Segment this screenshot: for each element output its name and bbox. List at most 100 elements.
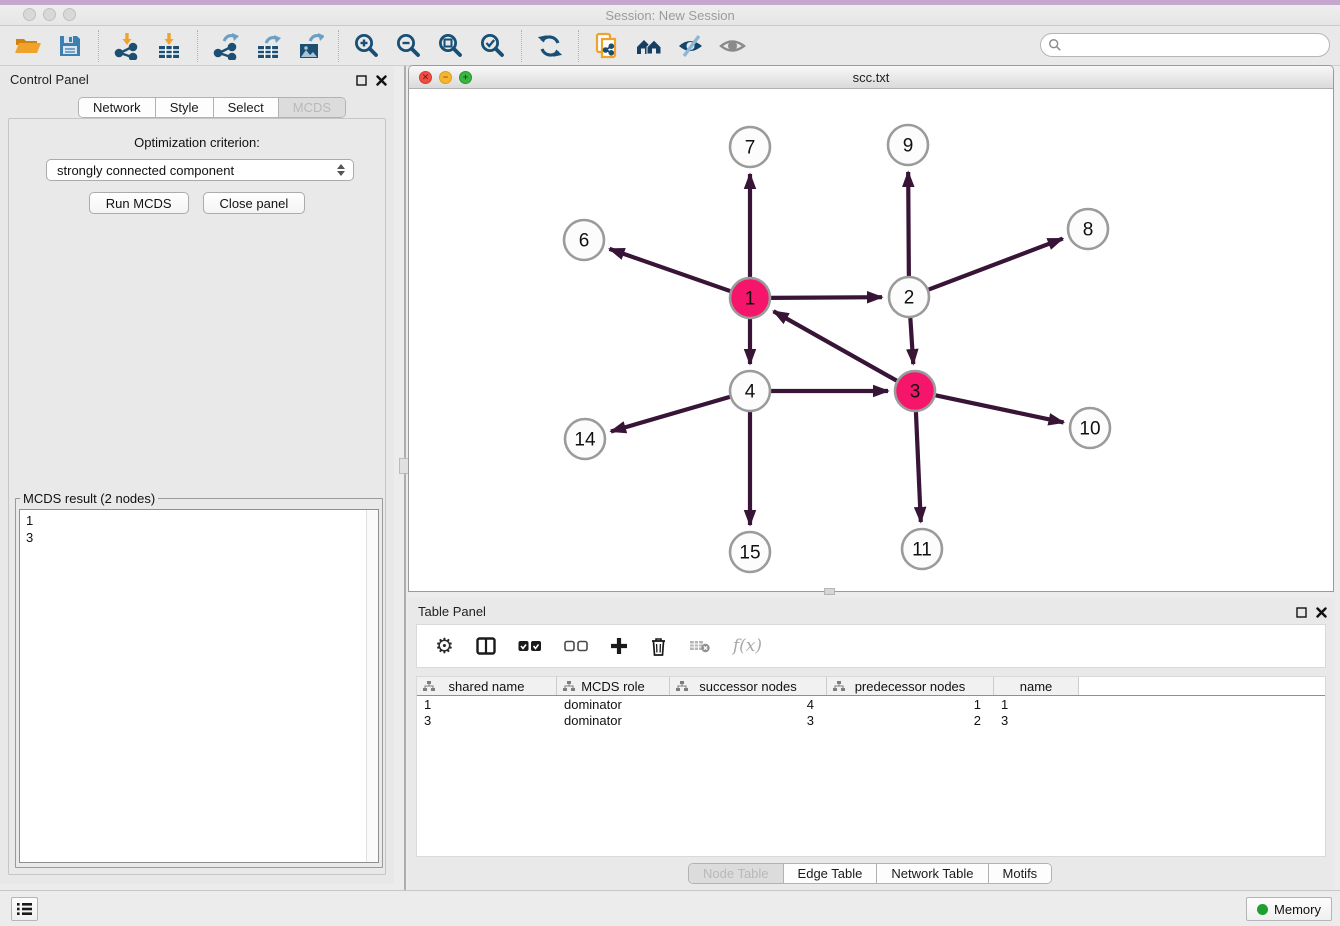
close-panel-icon[interactable]: [374, 73, 388, 87]
graph-node-3[interactable]: 3: [895, 371, 935, 411]
titlebar: Session: New Session: [0, 0, 1340, 26]
float-panel-icon[interactable]: [354, 73, 368, 87]
tab-node-table[interactable]: Node Table: [689, 864, 784, 883]
float-table-panel-icon[interactable]: [1294, 605, 1308, 619]
home-icon[interactable]: [634, 31, 664, 61]
import-table-icon[interactable]: [154, 31, 184, 61]
zoom-selected-icon[interactable]: [478, 31, 508, 61]
search-field[interactable]: [1040, 33, 1330, 57]
export-image-icon[interactable]: [295, 31, 325, 61]
column-header-predecessor-nodes[interactable]: predecessor nodes: [827, 677, 994, 695]
dropdown-value: strongly connected component: [47, 163, 333, 178]
tab-edge-table[interactable]: Edge Table: [784, 864, 878, 883]
column-header-MCDS-role[interactable]: MCDS role: [557, 677, 670, 695]
graph-edge-3-11[interactable]: [916, 412, 921, 522]
graph-edge-2-8[interactable]: [929, 239, 1063, 290]
zoom-in-icon[interactable]: [352, 31, 382, 61]
network-canvas[interactable]: 7 9 6 8 1 2 4 3 14 10 15 11: [409, 89, 1333, 591]
table-cell[interactable]: 2: [827, 712, 994, 728]
graph-edge-3-1[interactable]: [774, 311, 897, 380]
delete-table-icon[interactable]: [689, 631, 711, 661]
export-network-icon[interactable]: [211, 31, 241, 61]
mcds-result-area[interactable]: 1 3: [19, 509, 379, 863]
graph-edge-2-3[interactable]: [910, 318, 913, 364]
table-options-icon[interactable]: ⚙: [435, 631, 454, 661]
show-all-icon[interactable]: [718, 31, 748, 61]
add-column-icon[interactable]: [610, 631, 628, 661]
column-header-shared-name[interactable]: shared name: [417, 677, 557, 695]
table-cell[interactable]: dominator: [557, 712, 670, 728]
table-cell[interactable]: 1: [827, 696, 994, 712]
graph-edge-1-2[interactable]: [771, 297, 882, 298]
task-history-button[interactable]: [11, 897, 38, 921]
mcds-result-text: 1 3: [20, 510, 366, 862]
table-panel-header: Table Panel: [408, 598, 1334, 624]
tab-mcds[interactable]: MCDS: [279, 98, 345, 117]
graph-node-4[interactable]: 4: [730, 371, 770, 411]
graph-node-label: 7: [745, 138, 756, 159]
sort-tree-icon: [563, 681, 575, 692]
run-mcds-button[interactable]: Run MCDS: [89, 192, 189, 214]
graph-node-6[interactable]: 6: [564, 220, 604, 260]
search-input[interactable]: [1062, 36, 1329, 54]
table-cell[interactable]: 3: [670, 712, 827, 728]
column-label: successor nodes: [699, 679, 797, 694]
graph-node-10[interactable]: 10: [1070, 408, 1110, 448]
table-cell[interactable]: 4: [670, 696, 827, 712]
graph-edge-3-10[interactable]: [936, 395, 1064, 422]
graph-node-8[interactable]: 8: [1068, 209, 1108, 249]
column-header-name[interactable]: name: [994, 677, 1079, 695]
tab-motifs[interactable]: Motifs: [989, 864, 1052, 883]
graph-edge-1-6[interactable]: [609, 249, 730, 291]
import-network-icon[interactable]: [112, 31, 142, 61]
close-panel-button[interactable]: Close panel: [203, 192, 306, 214]
panel-divider[interactable]: [404, 66, 406, 890]
graph-edge-4-14[interactable]: [611, 397, 730, 432]
apply-layout-icon[interactable]: [535, 31, 565, 61]
graph-node-11[interactable]: 11: [902, 529, 942, 569]
main-toolbar: [0, 26, 1340, 66]
close-table-panel-icon[interactable]: [1314, 605, 1328, 619]
table-cell[interactable]: 3: [417, 712, 557, 728]
table-cell[interactable]: 1: [417, 696, 557, 712]
graph-node-14[interactable]: 14: [565, 419, 605, 459]
application-window: Session: New Session: [0, 0, 1340, 926]
table-cell[interactable]: 3: [994, 712, 1079, 728]
network-frame-titlebar[interactable]: ✕ − + scc.txt: [409, 66, 1333, 89]
open-session-icon[interactable]: [13, 31, 43, 61]
graph-node-9[interactable]: 9: [888, 125, 928, 165]
memory-button[interactable]: Memory: [1246, 897, 1332, 921]
zoom-out-icon[interactable]: [394, 31, 424, 61]
split-pane-handle[interactable]: [824, 588, 835, 595]
clone-network-icon[interactable]: [592, 31, 622, 61]
graph-node-1[interactable]: 1: [730, 278, 770, 318]
deselect-all-icon[interactable]: [564, 631, 588, 661]
table-row[interactable]: 1dominator411: [417, 696, 1325, 712]
graph-node-7[interactable]: 7: [730, 127, 770, 167]
table-cell[interactable]: dominator: [557, 696, 670, 712]
graph-node-2[interactable]: 2: [889, 277, 929, 317]
show-columns-icon[interactable]: [476, 631, 496, 661]
zoom-fit-icon[interactable]: [436, 31, 466, 61]
result-scrollbar[interactable]: [366, 510, 378, 862]
table-panel: Table Panel ⚙: [408, 598, 1334, 890]
save-session-icon[interactable]: [55, 31, 85, 61]
delete-column-icon[interactable]: [650, 631, 667, 661]
memory-status-icon: [1257, 904, 1268, 915]
column-header-successor-nodes[interactable]: successor nodes: [670, 677, 827, 695]
table-row[interactable]: 3dominator323: [417, 712, 1325, 728]
tab-network-table[interactable]: Network Table: [877, 864, 988, 883]
export-table-icon[interactable]: [253, 31, 283, 61]
tab-network[interactable]: Network: [79, 98, 156, 117]
function-builder-icon[interactable]: f(x): [733, 631, 762, 661]
graph-edge-2-9[interactable]: [908, 172, 909, 276]
hide-selected-icon[interactable]: [676, 31, 706, 61]
table-cell[interactable]: 1: [994, 696, 1079, 712]
graph-node-15[interactable]: 15: [730, 532, 770, 572]
optimization-criterion-dropdown[interactable]: strongly connected component: [46, 159, 354, 181]
graph-node-label: 8: [1083, 220, 1094, 241]
control-panel: Control Panel Network Style Select MCDS …: [0, 66, 394, 884]
select-all-icon[interactable]: [518, 631, 542, 661]
tab-select[interactable]: Select: [214, 98, 279, 117]
tab-style[interactable]: Style: [156, 98, 214, 117]
